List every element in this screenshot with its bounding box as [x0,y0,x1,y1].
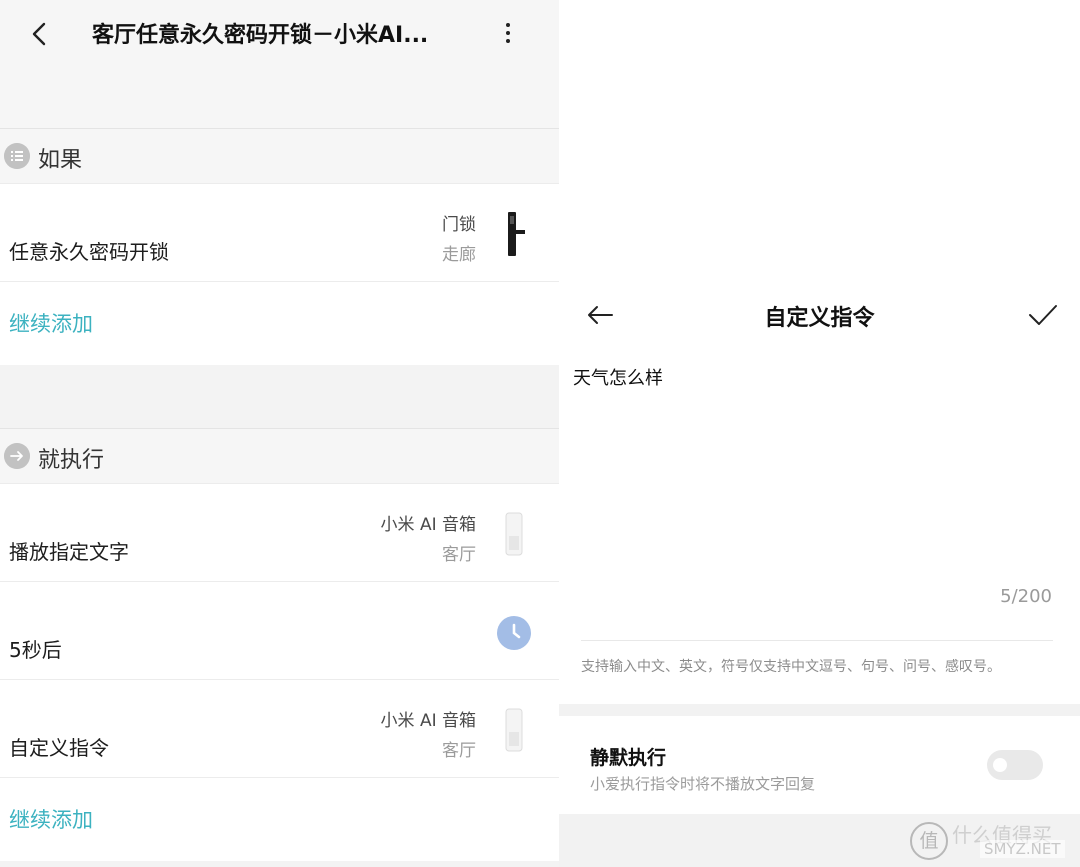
confirm-check-icon[interactable] [1027,300,1059,330]
section-gap [0,365,559,428]
room-name: 客厅 [442,545,476,565]
toggle-knob [993,758,1007,772]
action-row[interactable]: 自定义指令 小米 AI 音箱 客厅 [0,679,559,777]
custom-command-screen: 自定义指令 天气怎么样 5/200 支持输入中文、英文，符号仅支持中文逗号、句号… [559,0,1080,867]
room-name: 走廊 [442,245,476,265]
watermark: 值 什么值得买 SMYZ.NET [910,816,1080,867]
input-hint: 支持输入中文、英文，符号仅支持中文逗号、句号、问号、感叹号。 [581,659,1001,675]
page-title: 客厅任意永久密码开锁－小米AI... [92,23,429,48]
device-name: 小米 AI 音箱 [380,711,476,731]
section-gap [559,704,1080,716]
silent-mode-description: 小爱执行指令时将不播放文字回复 [590,775,816,793]
add-condition-button[interactable]: 继续添加 [9,308,93,338]
then-section-header: 就执行 [0,428,559,483]
silent-mode-title: 静默执行 [590,747,667,769]
arrow-right-icon [4,443,30,469]
speaker-icon [505,512,523,556]
command-title: 自定义指令 [764,306,875,331]
watermark-url: SMYZ.NET [980,840,1065,858]
condition-label: 任意永久密码开锁 [9,240,169,264]
delay-row[interactable]: 5秒后 [0,581,559,679]
top-bar: 客厅任意永久密码开锁－小米AI... [0,0,559,128]
watermark-logo: 值 [910,822,948,860]
action-label: 播放指定文字 [9,540,129,564]
add-action-button[interactable]: 继续添加 [9,804,93,834]
condition-row[interactable]: 任意永久密码开锁 门锁 走廊 [0,183,559,281]
silent-mode-row: 静默执行 小爱执行指令时将不播放文字回复 [559,716,1080,814]
divider [581,640,1053,641]
bottom-gap [0,861,559,867]
delay-label: 5秒后 [9,638,62,662]
automation-screen: 客厅任意永久密码开锁－小米AI... 如果 任意永久密码开锁 门锁 走廊 继续添… [0,0,559,867]
action-label: 自定义指令 [9,736,109,760]
command-top-bar: 自定义指令 [559,290,1080,344]
back-icon[interactable] [24,18,56,50]
device-name: 小米 AI 音箱 [380,515,476,535]
room-name: 客厅 [442,741,476,761]
silent-mode-toggle[interactable] [987,750,1043,780]
device-name: 门锁 [442,215,476,235]
then-section-label: 就执行 [38,448,105,473]
more-icon[interactable] [497,20,519,50]
if-section-header: 如果 [0,128,559,183]
speaker-icon [505,708,523,752]
action-row[interactable]: 播放指定文字 小米 AI 音箱 客厅 [0,483,559,581]
door-lock-icon [508,212,525,256]
command-input[interactable]: 天气怎么样 [573,364,1063,584]
add-condition-row: 继续添加 [0,281,559,366]
char-counter: 5/200 [1000,586,1052,607]
add-action-row: 继续添加 [0,777,559,862]
if-section-label: 如果 [38,148,83,173]
clock-icon [497,616,531,650]
list-icon [4,143,30,169]
